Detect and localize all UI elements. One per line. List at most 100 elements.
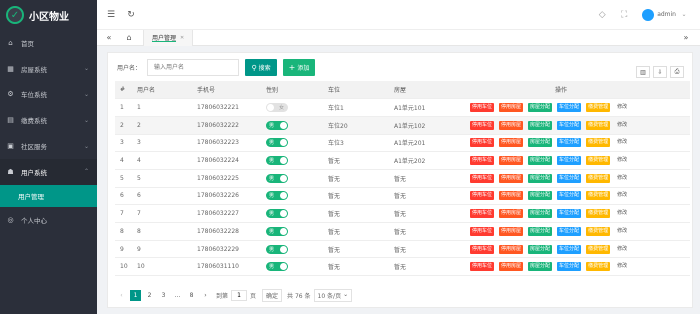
assign-parking-button[interactable]: 车位分配 [557, 173, 582, 183]
sidebar-item-parking[interactable]: ⚙ 车位系统 ⌄ [0, 82, 97, 108]
disable-house-button[interactable]: 停用房屋 [499, 209, 524, 219]
assign-house-button[interactable]: 房屋分配 [528, 209, 553, 219]
goto-confirm-button[interactable]: 确定 [262, 289, 283, 302]
disable-house-button[interactable]: 停用房屋 [499, 138, 524, 148]
assign-parking-button[interactable]: 车位分配 [557, 191, 582, 201]
disable-parking-button[interactable]: 停用车位 [470, 120, 495, 130]
menu-toggle-icon[interactable]: ☰ [105, 9, 117, 21]
disable-house-button[interactable]: 停用房屋 [499, 226, 524, 236]
chevron-down-icon[interactable]: ⌄ [678, 9, 690, 21]
print-icon[interactable]: ⎙ [670, 66, 684, 78]
assign-house-button[interactable]: 房屋分配 [528, 226, 553, 236]
disable-house-button[interactable]: 停用房屋 [499, 173, 524, 183]
edit-button[interactable]: 修改 [615, 245, 629, 254]
disable-parking-button[interactable]: 停用车位 [470, 138, 495, 148]
disable-house-button[interactable]: 停用房屋 [499, 103, 524, 113]
column-header[interactable]: 车位 [328, 81, 394, 100]
assign-house-button[interactable]: 房屋分配 [528, 156, 553, 166]
disable-parking-button[interactable]: 停用车位 [470, 209, 495, 219]
goto-page-input[interactable] [231, 290, 248, 301]
payment-manage-button[interactable]: 缴费管理 [586, 191, 611, 201]
disable-parking-button[interactable]: 停用车位 [470, 156, 495, 166]
gender-switch[interactable]: 男 [266, 120, 288, 130]
assign-house-button[interactable]: 房屋分配 [528, 262, 553, 272]
app-logo[interactable]: ✓ 小区物业 [0, 0, 97, 30]
assign-parking-button[interactable]: 车位分配 [557, 262, 582, 272]
disable-house-button[interactable]: 停用房屋 [499, 120, 524, 130]
payment-manage-button[interactable]: 缴费管理 [586, 209, 611, 219]
column-header[interactable]: 用户名 [137, 81, 197, 100]
edit-button[interactable]: 修改 [615, 174, 629, 183]
assign-parking-button[interactable]: 车位分配 [557, 156, 582, 166]
gender-switch[interactable]: 男 [266, 244, 288, 254]
payment-manage-button[interactable]: 缴费管理 [586, 156, 611, 166]
assign-house-button[interactable]: 房屋分配 [528, 120, 553, 130]
page-2[interactable]: 2 [144, 290, 155, 301]
edit-button[interactable]: 修改 [615, 191, 629, 200]
disable-house-button[interactable]: 停用房屋 [499, 244, 524, 254]
assign-parking-button[interactable]: 车位分配 [557, 120, 582, 130]
edit-button[interactable]: 修改 [615, 209, 629, 218]
payment-manage-button[interactable]: 缴费管理 [586, 226, 611, 236]
gender-switch[interactable]: 男 [266, 209, 288, 219]
disable-parking-button[interactable]: 停用车位 [470, 191, 495, 201]
export-icon[interactable]: ⇩ [653, 66, 667, 78]
tab-user-management[interactable]: 用户管理 ✕ [143, 29, 194, 46]
gender-switch[interactable]: 男 [266, 226, 288, 236]
columns-icon[interactable]: ▥ [636, 66, 650, 78]
fullscreen-icon[interactable]: ⛶ [618, 9, 630, 21]
sidebar-item-profile[interactable]: ◎ 个人中心 [0, 207, 97, 233]
page-1[interactable]: 1 [130, 290, 141, 301]
refresh-icon[interactable]: ↻ [125, 9, 137, 21]
column-header[interactable]: 房屋 [394, 81, 470, 100]
payment-manage-button[interactable]: 缴费管理 [586, 173, 611, 183]
search-input[interactable] [147, 59, 240, 76]
edit-button[interactable]: 修改 [615, 262, 629, 271]
disable-parking-button[interactable]: 停用车位 [470, 262, 495, 272]
assign-house-button[interactable]: 房屋分配 [528, 138, 553, 148]
edit-button[interactable]: 修改 [615, 138, 629, 147]
gender-switch[interactable]: 男 [266, 191, 288, 201]
assign-parking-button[interactable]: 车位分配 [557, 226, 582, 236]
assign-house-button[interactable]: 房屋分配 [528, 244, 553, 254]
close-icon[interactable]: ✕ [180, 35, 184, 41]
gender-switch[interactable]: 男 [266, 156, 288, 166]
gender-switch[interactable]: 女 [266, 103, 288, 113]
page-8[interactable]: 8 [186, 290, 197, 301]
page-size-select[interactable]: 10 条/页 ⌄ [313, 289, 353, 302]
sidebar-item-users[interactable]: ☗ 用户系统 ⌃ [0, 158, 97, 185]
prev-page-icon[interactable]: ‹ [116, 290, 127, 301]
column-header[interactable]: 性别 [266, 81, 328, 100]
edit-button[interactable]: 修改 [615, 103, 629, 112]
sidebar-item-user-management[interactable]: 用户管理 [0, 184, 97, 207]
page-3[interactable]: 3 [158, 290, 169, 301]
disable-house-button[interactable]: 停用房屋 [499, 262, 524, 272]
disable-parking-button[interactable]: 停用车位 [470, 173, 495, 183]
home-tab-icon[interactable]: ⌂ [123, 32, 135, 44]
sidebar-item-home[interactable]: ⌂ 首页 [0, 30, 97, 56]
assign-parking-button[interactable]: 车位分配 [557, 138, 582, 148]
search-button[interactable]: ⚲ 搜索 [245, 59, 278, 76]
sidebar-item-service[interactable]: ▣ 社区服务 ⌄ [0, 133, 97, 159]
edit-button[interactable]: 修改 [615, 227, 629, 236]
tag-icon[interactable]: ◇ [596, 9, 608, 21]
gender-switch[interactable]: 男 [266, 173, 288, 183]
edit-button[interactable]: 修改 [615, 156, 629, 165]
disable-house-button[interactable]: 停用房屋 [499, 191, 524, 201]
next-page-icon[interactable]: › [200, 290, 211, 301]
assign-house-button[interactable]: 房屋分配 [528, 173, 553, 183]
column-header[interactable]: 手机号 [197, 81, 266, 100]
assign-parking-button[interactable]: 车位分配 [557, 209, 582, 219]
assign-parking-button[interactable]: 车位分配 [557, 244, 582, 254]
assign-parking-button[interactable]: 车位分配 [557, 103, 582, 113]
username[interactable]: admin [657, 11, 676, 18]
edit-button[interactable]: 修改 [615, 121, 629, 130]
tabs-right-icon[interactable]: » [680, 32, 692, 44]
assign-house-button[interactable]: 房屋分配 [528, 191, 553, 201]
payment-manage-button[interactable]: 缴费管理 [586, 244, 611, 254]
gender-switch[interactable]: 男 [266, 138, 288, 148]
sidebar-item-payment[interactable]: ▤ 缴费系统 ⌄ [0, 107, 97, 133]
add-button[interactable]: + 添加 [283, 59, 316, 76]
gender-switch[interactable]: 男 [266, 262, 288, 272]
disable-parking-button[interactable]: 停用车位 [470, 103, 495, 113]
